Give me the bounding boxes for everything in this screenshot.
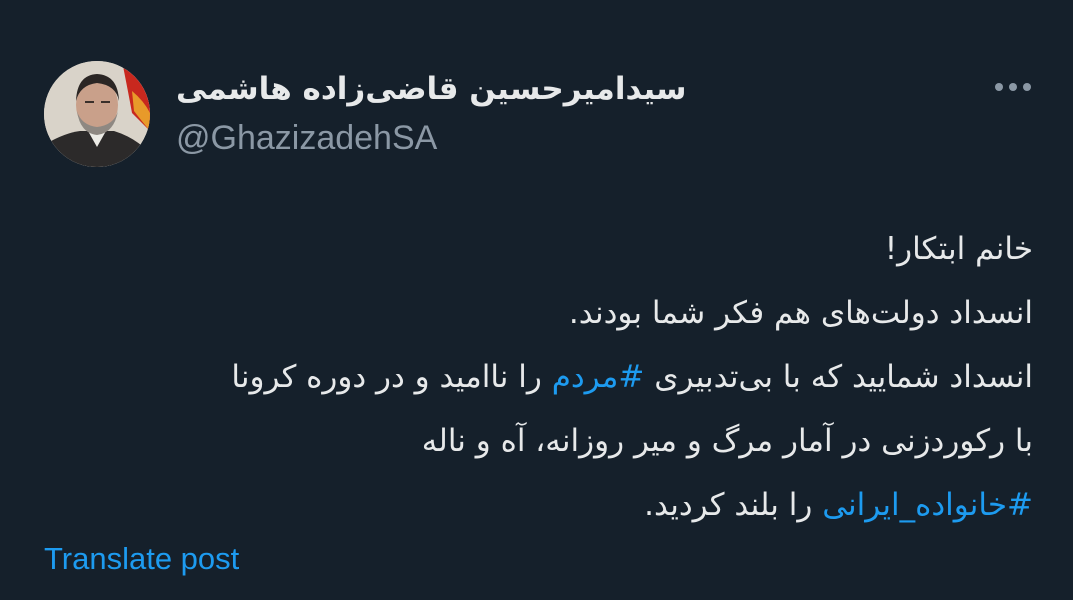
tweet-text-segment: را ناامید و در دوره کرونا bbox=[231, 359, 552, 395]
translate-post-link[interactable]: Translate post bbox=[44, 539, 239, 579]
hashtag-link[interactable]: #مردم bbox=[552, 359, 645, 395]
tweet-line: انسداد شمایید که با بی‌تدبیری #مردم را ن… bbox=[33, 345, 1033, 409]
more-options-button[interactable] bbox=[988, 70, 1038, 104]
avatar[interactable] bbox=[44, 61, 150, 167]
hashtag-link[interactable]: #خانواده_ایرانی bbox=[822, 487, 1033, 523]
tweet-text-segment: انسداد شمایید که با بی‌تدبیری bbox=[644, 359, 1033, 395]
more-options-icon bbox=[995, 83, 1031, 91]
profile-photo-icon bbox=[44, 61, 150, 167]
tweet-line: انسداد دولت‌های هم فکر شما بودند. bbox=[568, 295, 1033, 331]
tweet-line: خانم ابتکار! bbox=[884, 231, 1033, 267]
author-display-name[interactable]: سیدامیرحسین قاضی‌زاده هاشمی bbox=[176, 66, 687, 112]
author-handle[interactable]: @GhazizadehSA bbox=[176, 118, 437, 158]
tweet-line: با رکوردزنی در آمار مرگ و میر روزانه، آه… bbox=[421, 423, 1033, 459]
tweet-line: #خانواده_ایرانی را بلند کردید. bbox=[33, 473, 1033, 537]
tweet-text: خانم ابتکار! انسداد دولت‌های هم فکر شما … bbox=[33, 217, 1033, 537]
tweet-text-segment: را بلند کردید. bbox=[644, 487, 823, 523]
